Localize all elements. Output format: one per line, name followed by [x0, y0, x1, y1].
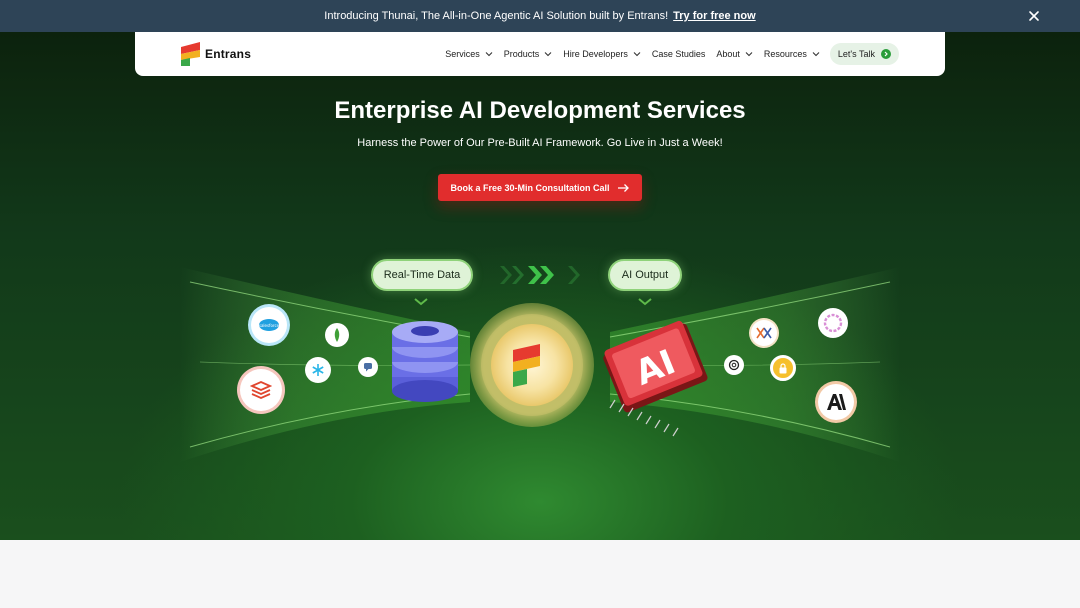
- nav-item-label: Hire Developers: [563, 49, 628, 59]
- cta-label: Book a Free 30-Min Consultation Call: [450, 182, 610, 193]
- announcement-bar: Introducing Thunai, The All-in-One Agent…: [0, 0, 1080, 32]
- chevron-down-icon: [544, 52, 552, 57]
- real-time-data-pill: Real-Time Data: [371, 259, 473, 291]
- chevron-down-icon: [812, 52, 820, 57]
- nav-item-label: Case Studies: [651, 49, 706, 59]
- chevron-down-icon: [745, 52, 753, 57]
- database-icon: [392, 321, 458, 402]
- try-free-link[interactable]: Try for free now: [673, 10, 756, 22]
- hero-title: Enterprise AI Development Services: [334, 97, 746, 124]
- flow-arrows-icon: [500, 266, 580, 284]
- lock-icon: [770, 355, 796, 381]
- book-consultation-button[interactable]: Book a Free 30-Min Consultation Call: [438, 174, 642, 201]
- close-icon[interactable]: [1026, 8, 1042, 24]
- logo-text: Entrans: [205, 47, 252, 61]
- nav-item-label: About: [716, 49, 740, 59]
- lets-talk-button[interactable]: Let's Talk: [829, 43, 899, 65]
- nav-item-services[interactable]: Services: [445, 49, 493, 59]
- nav-item-about[interactable]: About: [716, 49, 753, 59]
- main-nav: Entrans Services Products Hire Developer…: [135, 32, 945, 76]
- nav-item-products[interactable]: Products: [504, 49, 553, 59]
- nav-menu: Services Products Hire Developers Case S…: [434, 32, 899, 76]
- nav-item-label: Services: [445, 49, 480, 59]
- next-section: [0, 540, 1080, 608]
- entrans-logo-icon: [181, 42, 200, 66]
- snowflake-icon: [305, 357, 331, 383]
- nav-item-hire-developers[interactable]: Hire Developers: [563, 49, 641, 59]
- salesforce-icon: salesforce: [251, 307, 287, 343]
- anthropic-icon: [818, 384, 854, 420]
- nav-item-case-studies[interactable]: Case Studies: [652, 49, 706, 59]
- entrans-logo[interactable]: Entrans: [180, 42, 251, 66]
- ai-output-pill: AI Output: [608, 259, 682, 291]
- svg-text:salesforce: salesforce: [259, 323, 280, 328]
- arrow-right-icon: [617, 183, 629, 192]
- lets-talk-label: Let's Talk: [837, 49, 875, 59]
- perplexity-icon: [751, 320, 777, 346]
- chevron-down-icon: [485, 52, 493, 57]
- databricks-icon: [240, 369, 282, 411]
- nav-item-label: Resources: [763, 49, 807, 59]
- announcement-text: Introducing Thunai, The All-in-One Agent…: [324, 10, 669, 22]
- pill-label: Real-Time Data: [383, 269, 461, 281]
- nav-item-resources[interactable]: Resources: [764, 49, 820, 59]
- pill-label: AI Output: [621, 269, 669, 281]
- chevron-down-icon: [633, 52, 641, 57]
- hero-subtitle: Harness the Power of Our Pre-Built AI Fr…: [357, 137, 723, 149]
- chat-icon: [358, 357, 378, 377]
- ring-icon: [818, 308, 848, 338]
- arrow-right-icon: [881, 49, 891, 59]
- nav-item-label: Products: [503, 49, 540, 59]
- mongodb-icon: [325, 323, 349, 347]
- openai-icon: [724, 355, 744, 375]
